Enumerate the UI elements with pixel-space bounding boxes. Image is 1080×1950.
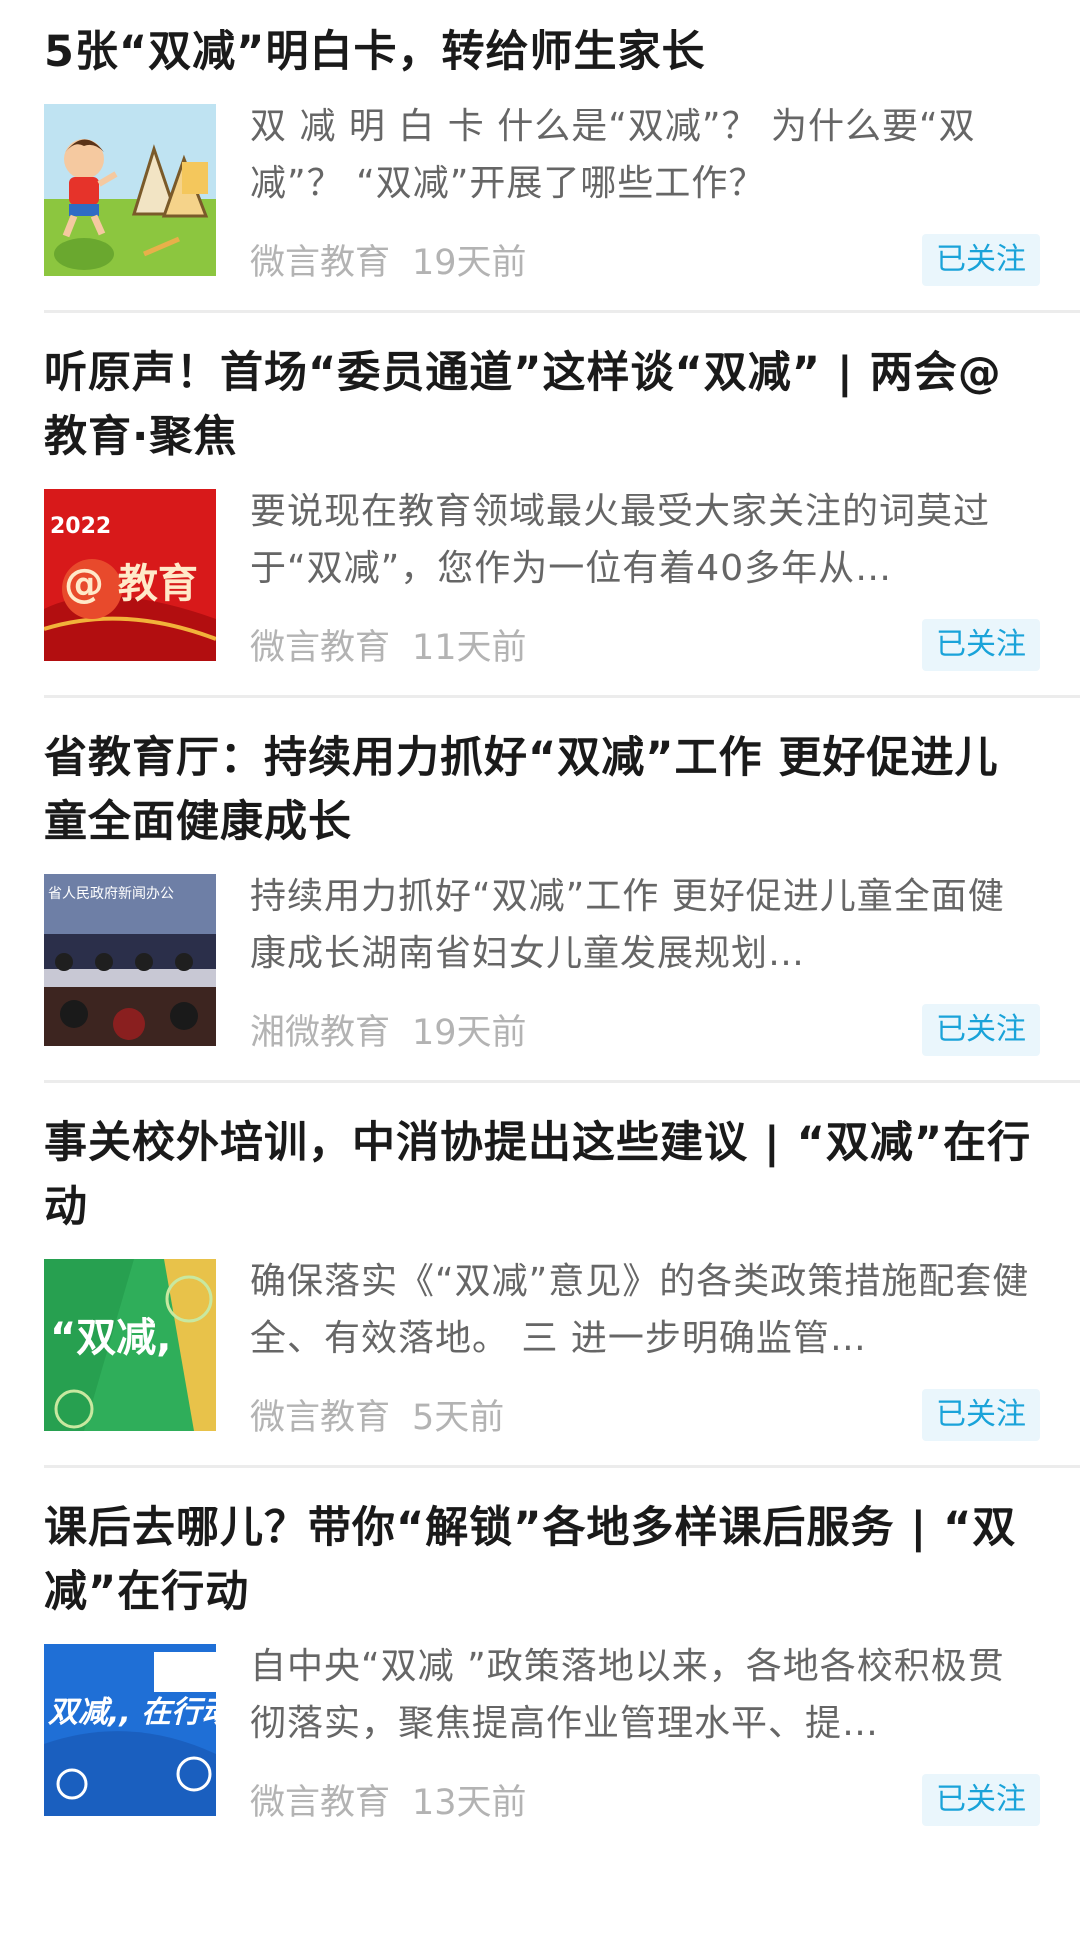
article-source: 微言教育 xyxy=(250,628,391,668)
article-summary: 自中央“双减 ”政策落地以来，各地各校积极贯彻落实，聚焦提高作业管理水平、提… xyxy=(250,1646,1005,1744)
article-body: 2022 @ 教育 要说现在教育领域最火最受大家关注的词莫过于“双减”，您作为一… xyxy=(44,489,1040,671)
green-shuangjian-image-icon: “双减, xyxy=(44,1259,216,1431)
article-title[interactable]: 省教育厅：持续用力抓好“双减”工作 更好促进儿童全面健康成长 xyxy=(44,726,1040,854)
article-thumbnail[interactable]: 省人民政府新闻办公 xyxy=(44,874,216,1046)
followed-button[interactable]: 已关注 xyxy=(922,1774,1040,1826)
article-card[interactable]: 听原声！首场“委员通道”这样谈“双减” | 两会@教育·聚焦 2022 @ 教育… xyxy=(0,313,1080,671)
article-source: 微言教育 xyxy=(250,243,391,283)
article-source: 微言教育 xyxy=(250,1783,391,1823)
article-card[interactable]: 课后去哪儿？带你“解锁”各地多样课后服务 | “双减”在行动 双减,, 在行动 … xyxy=(0,1468,1080,1826)
article-card[interactable]: 5张“双减”明白卡，转给师生家长 双 减 明 白 卡 什么是“双减”？ 为什么要… xyxy=(0,0,1080,286)
article-thumbnail[interactable] xyxy=(44,104,216,276)
article-card[interactable]: 省教育厅：持续用力抓好“双减”工作 更好促进儿童全面健康成长 省人民政府新闻办公 xyxy=(0,698,1080,1056)
article-time: 5天前 xyxy=(412,1398,505,1438)
thumb-main-text: “双减, xyxy=(50,1315,171,1361)
article-title[interactable]: 课后去哪儿？带你“解锁”各地多样课后服务 | “双减”在行动 xyxy=(44,1496,1040,1624)
red-banner-image-icon: 2022 @ 教育 xyxy=(44,489,216,661)
article-thumbnail[interactable]: 2022 @ 教育 xyxy=(44,489,216,661)
article-card[interactable]: 事关校外培训，中消协提出这些建议 | “双减”在行动 “双减, 确保落实《“双减… xyxy=(0,1083,1080,1441)
followed-button[interactable]: 已关注 xyxy=(922,619,1040,671)
article-summary: 持续用力抓好“双减”工作 更好促进儿童全面健康成长湖南省妇女儿童发展规划… xyxy=(250,876,1005,974)
article-body: 省人民政府新闻办公 持续用力抓好“双减”工作 更好促进儿童全面健康成长湖南省妇女… xyxy=(44,874,1040,1056)
article-meta: 微言教育 13天前 xyxy=(250,1774,527,1825)
article-time: 19天前 xyxy=(412,1013,527,1053)
article-summary: 确保落实《“双减”意见》的各类政策措施配套健全、有效落地。 三 进一步明确监管… xyxy=(250,1261,1030,1359)
article-meta: 微言教育 11天前 xyxy=(250,619,527,670)
thumb-main-text: @ 教育 xyxy=(64,561,198,607)
article-thumbnail[interactable]: “双减, xyxy=(44,1259,216,1431)
article-time: 19天前 xyxy=(412,243,527,283)
followed-button[interactable]: 已关注 xyxy=(922,1004,1040,1056)
article-summary: 双 减 明 白 卡 什么是“双减”？ 为什么要“双减”？ “双减”开展了哪些工作… xyxy=(250,106,976,204)
article-feed: 5张“双减”明白卡，转给师生家长 双 减 明 白 卡 什么是“双减”？ 为什么要… xyxy=(0,0,1080,1950)
article-thumbnail[interactable]: 双减,, 在行动 xyxy=(44,1644,216,1816)
article-title[interactable]: 5张“双减”明白卡，转给师生家长 xyxy=(44,20,1040,84)
cartoon-boy-with-books-icon xyxy=(44,104,216,276)
blue-shuangjian-image-icon: 双减,, 在行动 xyxy=(44,1644,216,1816)
press-conference-photo-icon: 省人民政府新闻办公 xyxy=(44,874,216,1046)
thumb-year: 2022 xyxy=(50,514,111,539)
article-summary: 要说现在教育领域最火最受大家关注的词莫过于“双减”，您作为一位有着40多年从… xyxy=(250,491,991,589)
article-title[interactable]: 听原声！首场“委员通道”这样谈“双减” | 两会@教育·聚焦 xyxy=(44,341,1040,469)
article-body: 双 减 明 白 卡 什么是“双减”？ 为什么要“双减”？ “双减”开展了哪些工作… xyxy=(44,104,1040,286)
thumb-main-text: 双减,, 在行动 xyxy=(48,1695,216,1730)
article-title[interactable]: 事关校外培训，中消协提出这些建议 | “双减”在行动 xyxy=(44,1111,1040,1239)
article-source: 湘微教育 xyxy=(250,1013,391,1053)
article-meta: 微言教育 19天前 xyxy=(250,234,527,285)
followed-button[interactable]: 已关注 xyxy=(922,234,1040,286)
article-time: 13天前 xyxy=(412,1783,527,1823)
article-body: 双减,, 在行动 自中央“双减 ”政策落地以来，各地各校积极贯彻落实，聚焦提高作… xyxy=(44,1644,1040,1826)
article-body: “双减, 确保落实《“双减”意见》的各类政策措施配套健全、有效落地。 三 进一步… xyxy=(44,1259,1040,1441)
followed-button[interactable]: 已关注 xyxy=(922,1389,1040,1441)
article-meta: 微言教育 5天前 xyxy=(250,1389,504,1440)
thumb-banner-text: 省人民政府新闻办公 xyxy=(48,886,174,902)
article-meta: 湘微教育 19天前 xyxy=(250,1004,527,1055)
article-source: 微言教育 xyxy=(250,1398,391,1438)
article-time: 11天前 xyxy=(412,628,527,668)
